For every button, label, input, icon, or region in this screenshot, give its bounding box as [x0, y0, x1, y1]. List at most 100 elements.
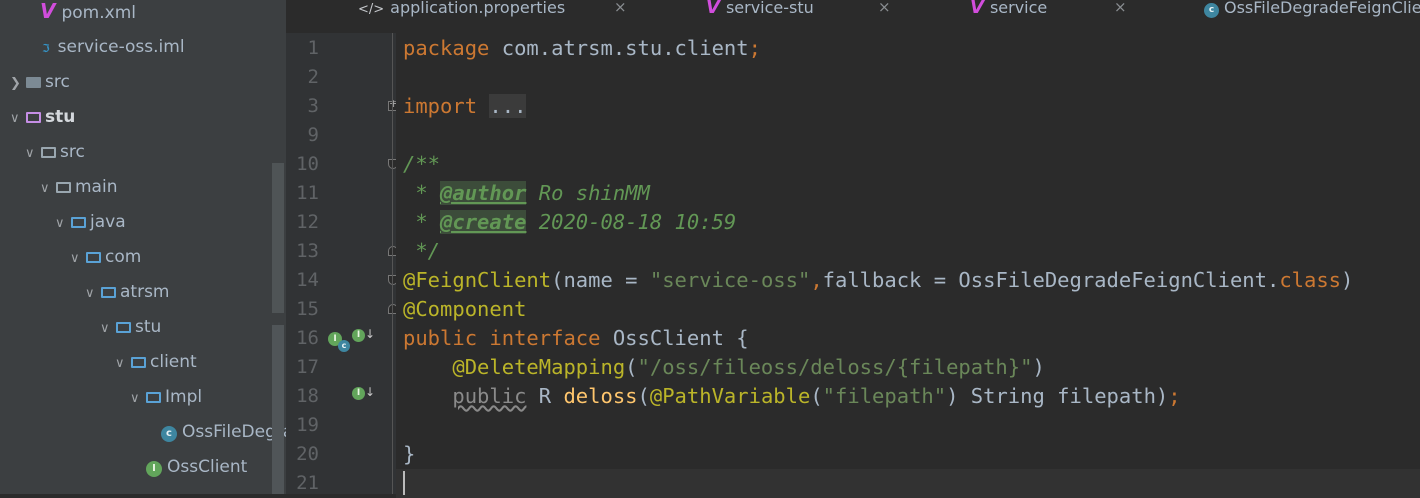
code-line: }: [403, 442, 416, 466]
chevron-down-icon[interactable]: ∨: [25, 143, 39, 165]
tab-application-properties[interactable]: </> application.properties ×: [358, 0, 627, 22]
tree-item-main[interactable]: ∨ main: [40, 176, 117, 211]
tree-item-iml[interactable]: ℑservice-oss.iml: [42, 36, 185, 71]
tree-item-label: client: [150, 352, 197, 372]
implemented-down-icon[interactable]: I ↓: [352, 385, 375, 400]
close-icon[interactable]: ×: [878, 0, 891, 15]
package-icon: [86, 252, 101, 263]
chevron-down-icon[interactable]: ∨: [10, 108, 24, 130]
text-caret: [403, 471, 405, 495]
gutter-divider: [392, 33, 393, 494]
tree-scrollbar-track[interactable]: [272, 163, 284, 313]
code-line: @Component: [403, 297, 527, 321]
line-number: 10: [296, 153, 319, 175]
maven-v-icon: V: [706, 0, 720, 18]
code-line: import ...: [403, 94, 527, 118]
tree-item-impl[interactable]: ∨ Impl: [130, 386, 202, 421]
line-number: 14: [296, 269, 319, 291]
tab-label: service: [989, 0, 1048, 17]
tree-item-ossfiledegrade[interactable]: c OssFileDegra: [161, 421, 286, 456]
chevron-down-icon[interactable]: ∨: [100, 318, 114, 340]
tree-item-label: atrsm: [120, 282, 170, 302]
chevron-down-icon[interactable]: ∨: [115, 353, 129, 375]
close-icon[interactable]: ×: [614, 0, 627, 15]
tree-item-label: src: [60, 142, 85, 162]
project-tree-panel: Vpom.xml ℑservice-oss.iml ❯ src ∨ stu ∨ src…: [0, 0, 286, 494]
iml-file-icon: ℑ: [42, 42, 50, 55]
close-icon[interactable]: ×: [1114, 0, 1127, 15]
tab-service[interactable]: Vservice ×: [970, 0, 1127, 22]
tab-ossfiledegradefeignclient[interactable]: c OssFileDegradeFeignClie: [1204, 0, 1420, 22]
tree-item-src[interactable]: ∨ src: [25, 141, 85, 176]
line-number: 19: [296, 414, 319, 436]
tree-item-atrsm[interactable]: ∨ atrsm: [85, 281, 170, 316]
tree-item-label: OssFileDegra: [182, 422, 286, 442]
class-icon: c: [1204, 3, 1219, 18]
package-icon: [116, 322, 131, 333]
source-folder-icon: [71, 217, 86, 228]
chevron-down-icon[interactable]: ∨: [70, 248, 84, 270]
line-number: 12: [296, 211, 319, 233]
chevron-down-icon[interactable]: ∨: [85, 283, 99, 305]
folder-icon: [41, 147, 56, 158]
tab-label: OssFileDegradeFeignClie: [1224, 0, 1420, 17]
line-number: 11: [296, 182, 319, 204]
tree-item-label: main: [75, 177, 118, 197]
package-icon: [131, 357, 146, 368]
line-number: 20: [296, 443, 319, 465]
tree-item-label: Impl: [165, 387, 203, 407]
line-number: 3: [307, 95, 319, 117]
tree-item-com[interactable]: ∨ com: [70, 246, 141, 281]
tree-item-label: OssClient: [167, 457, 248, 477]
tree-item-stu-package[interactable]: ∨ stu: [100, 316, 161, 351]
tab-label: service-stu: [725, 0, 814, 17]
maven-v-icon: V: [970, 0, 984, 18]
package-icon: [146, 392, 161, 403]
tree-item-client[interactable]: ∨ client: [115, 351, 197, 386]
properties-icon: </>: [358, 2, 385, 17]
class-icon: c: [161, 426, 177, 442]
code-line: @FeignClient(name = "service-oss",fallba…: [403, 268, 1354, 292]
tree-item-label: com: [105, 247, 142, 267]
chevron-down-icon[interactable]: ∨: [130, 388, 144, 410]
line-number: 13: [296, 240, 319, 262]
tree-item-label: java: [90, 212, 126, 232]
folder-icon: [26, 77, 41, 88]
chevron-down-icon[interactable]: ∨: [55, 213, 69, 235]
tree-item-label: stu: [45, 107, 76, 127]
tree-scrollbar-thumb[interactable]: [272, 325, 284, 494]
tree-item-src[interactable]: ❯ src: [10, 71, 70, 106]
line-number: 9: [307, 124, 319, 146]
tree-item-label: src: [45, 72, 70, 92]
line-number: 2: [307, 66, 319, 88]
chevron-down-icon[interactable]: ∨: [40, 178, 54, 200]
code-line: * @author Ro shinMM: [403, 181, 650, 205]
tree-item-label: service-oss.iml: [57, 37, 185, 57]
code-line: /**: [403, 152, 441, 176]
code-line: public R deloss(@PathVariable("filepath"…: [452, 384, 1181, 408]
module-folder-icon: [26, 112, 41, 123]
tab-service-stu[interactable]: Vservice-stu ×: [706, 0, 891, 22]
code-line: */: [403, 239, 441, 263]
tree-item-label: stu: [135, 317, 162, 337]
implemented-down-icon[interactable]: I ↓: [352, 327, 375, 342]
maven-v-icon: V: [40, 0, 56, 23]
editor-tab-bar: </> application.properties × Vservice-stu…: [286, 0, 1420, 22]
folder-icon: [56, 182, 71, 193]
tree-item-ossclient[interactable]: I OssClient: [146, 456, 247, 491]
interface-icon: I: [146, 461, 162, 477]
editor-gutter: 1 2 3 9 10 11 12 13 14 15 16 17 18 19 20…: [286, 33, 398, 494]
folded-imports[interactable]: ...: [489, 94, 527, 118]
code-line: package com.atrsm.stu.client;: [403, 36, 761, 60]
tree-item-pom-xml[interactable]: Vpom.xml: [40, 0, 136, 35]
line-number: 16: [296, 327, 319, 349]
tab-label: application.properties: [390, 0, 566, 17]
chevron-right-icon[interactable]: ❯: [10, 73, 24, 95]
tree-item-stu-module[interactable]: ∨ stu: [10, 106, 75, 141]
line-number: 17: [296, 356, 319, 378]
line-number: 18: [296, 385, 319, 407]
code-editor[interactable]: package com.atrsm.stu.client; import ...…: [396, 33, 1420, 498]
code-line: * @create 2020-08-18 10:59: [403, 210, 737, 234]
line-number: 15: [296, 298, 319, 320]
tree-item-java[interactable]: ∨ java: [55, 211, 126, 246]
